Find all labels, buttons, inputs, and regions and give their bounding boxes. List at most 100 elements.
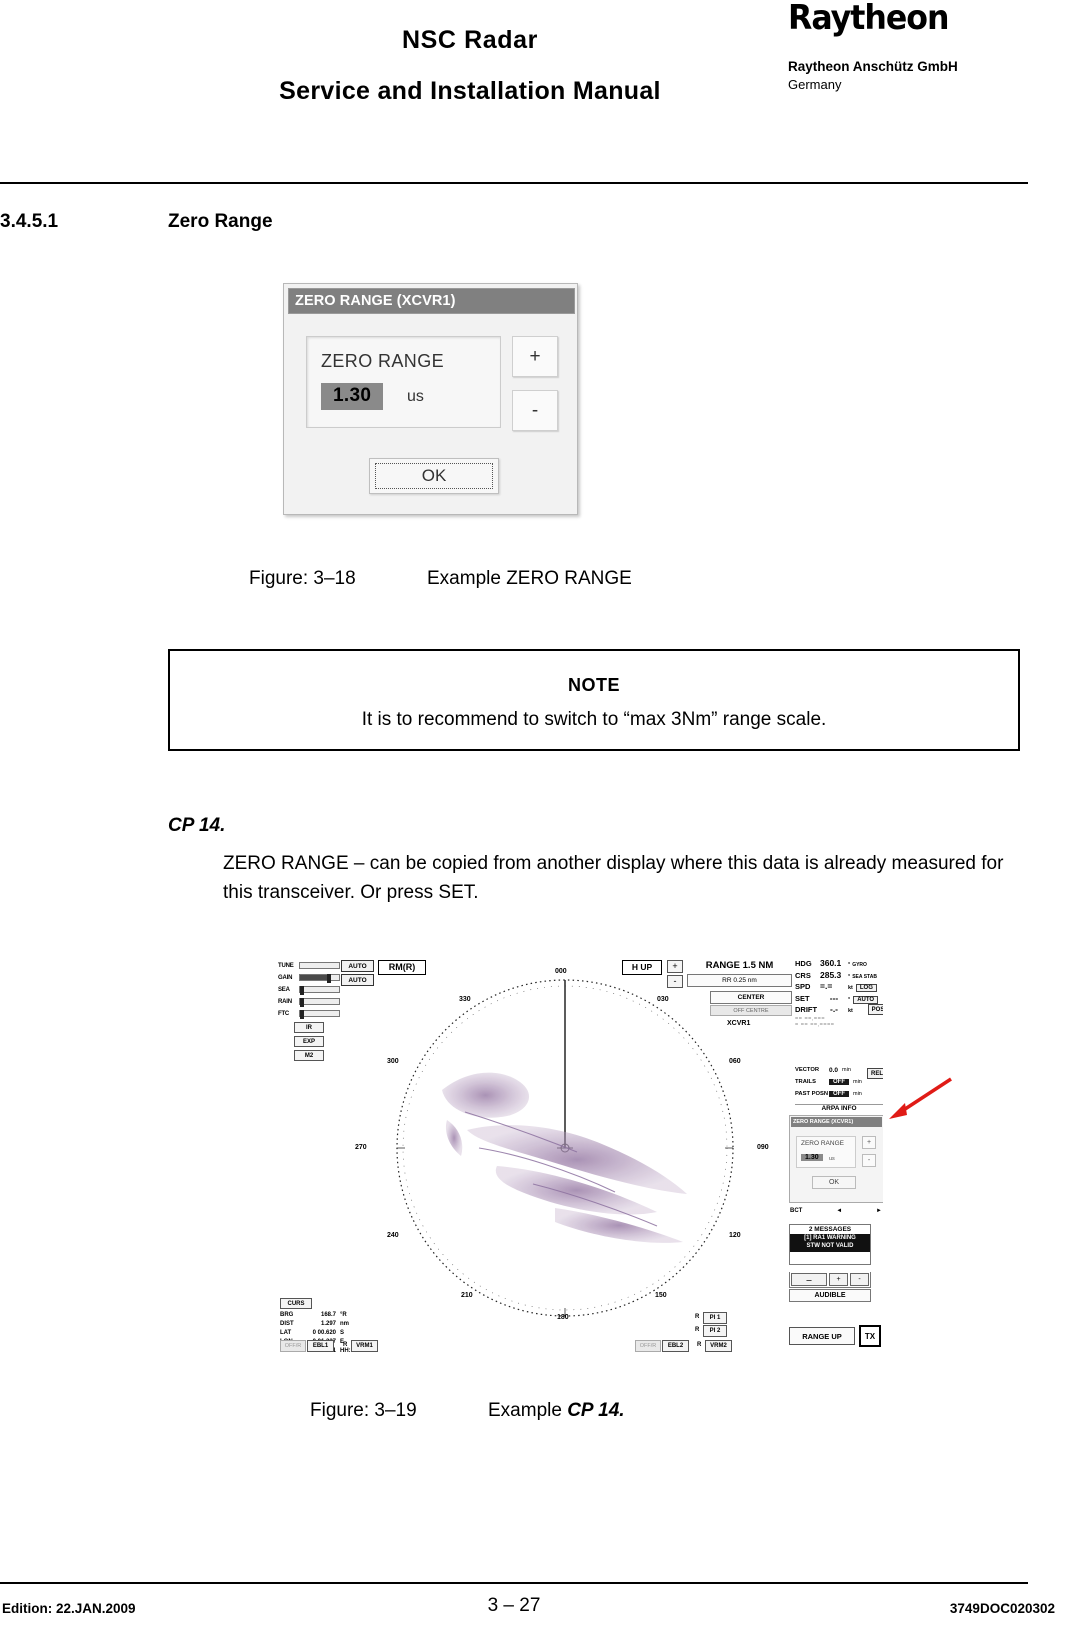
note-text: It is to recommend to switch to “max 3Nm… — [361, 709, 827, 730]
nav-row-hdg: HDG 360.1 ° GYRO — [795, 958, 883, 970]
cursor-dist-unit: nm — [340, 1321, 349, 1327]
orientation-button[interactable]: H UP — [622, 960, 662, 975]
vrm2-button[interactable]: VRM2 — [705, 1340, 732, 1352]
set-value: --- — [829, 992, 839, 1003]
slider-sea-label: SEA — [278, 986, 290, 993]
slider-sea-track[interactable] — [299, 986, 340, 995]
section-heading: 3.4.5.1 Zero Range — [0, 211, 1000, 233]
slider-gain[interactable]: GAIN — [278, 972, 340, 983]
ir-button[interactable]: IR — [294, 1022, 324, 1033]
note-box: NOTE It is to recommend to switch to “ma… — [168, 649, 1020, 751]
bct-caret-right[interactable]: ► — [876, 1208, 882, 1214]
nav-row-set: SET --- ° AUTO — [795, 993, 883, 1005]
pi2-tag: R — [695, 1327, 700, 1333]
slider-rain-track[interactable] — [299, 998, 340, 1007]
vrm1-button[interactable]: VRM1 — [351, 1340, 378, 1352]
zero-range-label: ZERO RANGE — [321, 351, 445, 371]
slider-tune-track[interactable] — [299, 962, 340, 969]
zero-range-field-panel: ZERO RANGE 1.30 us — [306, 336, 501, 428]
messages-blank-area — [790, 1251, 870, 1264]
slider-rain[interactable]: RAIN — [278, 996, 340, 1007]
ebl1-button[interactable]: EBL1 — [307, 1340, 334, 1352]
radar-screen-figure: 000 330 300 270 240 210 180 150 120 090 … — [277, 952, 883, 1354]
raytheon-logo: Raytheon — [788, 0, 949, 38]
past-posn-value[interactable]: OFF — [829, 1091, 849, 1097]
bearing-label-330: 330 — [459, 996, 471, 1003]
footer-document-number: 3749DOC020302 — [949, 1601, 1055, 1616]
slider-ftc-track[interactable] — [299, 1010, 340, 1019]
past-posn-row: PAST POSN OFF min — [795, 1088, 883, 1100]
slider-ftc[interactable]: FTC — [278, 1008, 340, 1019]
decrement-button[interactable]: - — [512, 390, 558, 431]
cursor-row-brg: BRG 168.7 °R — [280, 1312, 375, 1321]
cursor-brg-key: BRG — [280, 1312, 294, 1318]
auto-buttons-column: AUTO AUTO — [341, 960, 374, 988]
slider-gain-track[interactable] — [299, 974, 340, 983]
cursor-dist-key: DIST — [280, 1321, 294, 1327]
spd-unit: kt — [848, 985, 853, 991]
rel-mode-button[interactable]: REL — [867, 1068, 883, 1079]
vector-value: 0.0 — [829, 1066, 839, 1074]
pi1-button[interactable]: PI 1 — [703, 1312, 727, 1324]
log-source-button[interactable]: LOG — [855, 984, 877, 992]
slider-tune[interactable]: TUNE — [278, 960, 340, 971]
footer-divider — [0, 1582, 1028, 1584]
motion-mode-button[interactable]: RM(R) — [378, 960, 426, 975]
audible-label: AUDIBLE — [789, 1289, 871, 1302]
embedded-zero-range-value[interactable]: 1.30 — [801, 1154, 823, 1161]
slider-sea[interactable]: SEA — [278, 984, 340, 995]
figure-2-text-bold: CP 14. — [567, 1400, 625, 1421]
ok-button[interactable]: OK — [369, 458, 499, 494]
bearing-label-150: 150 — [655, 1292, 667, 1299]
range-decrease-button[interactable]: - — [667, 975, 683, 988]
bearing-label-060: 060 — [729, 1058, 741, 1065]
pi2-button[interactable]: PI 2 — [703, 1325, 727, 1337]
trails-value[interactable]: OFF — [829, 1079, 849, 1085]
volume-up-button[interactable]: + — [829, 1273, 848, 1286]
section-title: Zero Range — [168, 211, 273, 232]
pos-source-button[interactable]: POS — [868, 1004, 883, 1015]
m2-button[interactable]: M2 — [294, 1050, 324, 1061]
cursor-button[interactable]: CURS — [280, 1298, 312, 1309]
hdg-value: 360.1 — [820, 958, 842, 968]
auto-gain-button[interactable]: AUTO — [341, 974, 374, 986]
trails-key: TRAILS — [795, 1079, 816, 1085]
increment-button[interactable]: + — [512, 336, 558, 377]
ppi-radar-display: 000 330 300 270 240 210 180 150 120 090 … — [347, 968, 777, 1330]
volume-down-button[interactable]: - — [850, 1273, 869, 1286]
note-title: NOTE — [567, 675, 620, 695]
zero-range-dialog-figure: ZERO RANGE (XCVR1) ZERO RANGE 1.30 us + … — [283, 283, 578, 515]
slider-gain-label: GAIN — [278, 974, 293, 981]
header-divider — [0, 182, 1028, 184]
auto-tune-button[interactable]: AUTO — [341, 960, 374, 972]
auto-source-button[interactable]: AUTO — [853, 995, 879, 1004]
bearing-label-240: 240 — [387, 1232, 399, 1239]
exp-button[interactable]: EXP — [294, 1036, 324, 1047]
slider-rain-label: RAIN — [278, 998, 292, 1005]
embedded-ok-button[interactable]: OK — [812, 1176, 856, 1189]
pi1-tag: R — [695, 1314, 700, 1320]
figure-caption-1: Figure: 3–18 Example ZERO RANGE — [249, 568, 632, 590]
dialog-titlebar: ZERO RANGE (XCVR1) — [288, 288, 575, 314]
range-increase-button[interactable]: + — [667, 960, 683, 973]
spd-value: =.= — [820, 981, 833, 991]
ebl1-mode-button[interactable]: OFF/R — [280, 1340, 306, 1352]
center-button[interactable]: CENTER — [710, 991, 792, 1004]
mute-button[interactable]: ⚊ — [791, 1273, 827, 1286]
bearing-label-210: 210 — [461, 1292, 473, 1299]
brand-country: Germany — [788, 76, 842, 92]
bearing-label-300: 300 — [387, 1058, 399, 1065]
bct-caret-left[interactable]: ◄ — [836, 1208, 842, 1214]
past-posn-key: PAST POSN — [795, 1091, 829, 1097]
figure-caption-2: Figure: 3–19 Example CP 14. — [310, 1400, 625, 1422]
document-title-line2: Service and Installation Manual — [279, 77, 661, 105]
past-posn-unit: min — [853, 1091, 862, 1097]
zero-range-value[interactable]: 1.30 — [321, 383, 384, 410]
embedded-decrement-button[interactable]: - — [862, 1154, 876, 1167]
embedded-increment-button[interactable]: + — [862, 1136, 876, 1149]
ebl2-mode-button[interactable]: OFF/R — [635, 1340, 661, 1352]
messages-alarm[interactable]: [1] RA1 WARNING STW NOT VALID — [790, 1234, 870, 1252]
ebl2-button[interactable]: EBL2 — [662, 1340, 689, 1352]
bearing-label-090: 090 — [757, 1144, 769, 1151]
drift-key: DRIFT — [795, 1005, 818, 1014]
